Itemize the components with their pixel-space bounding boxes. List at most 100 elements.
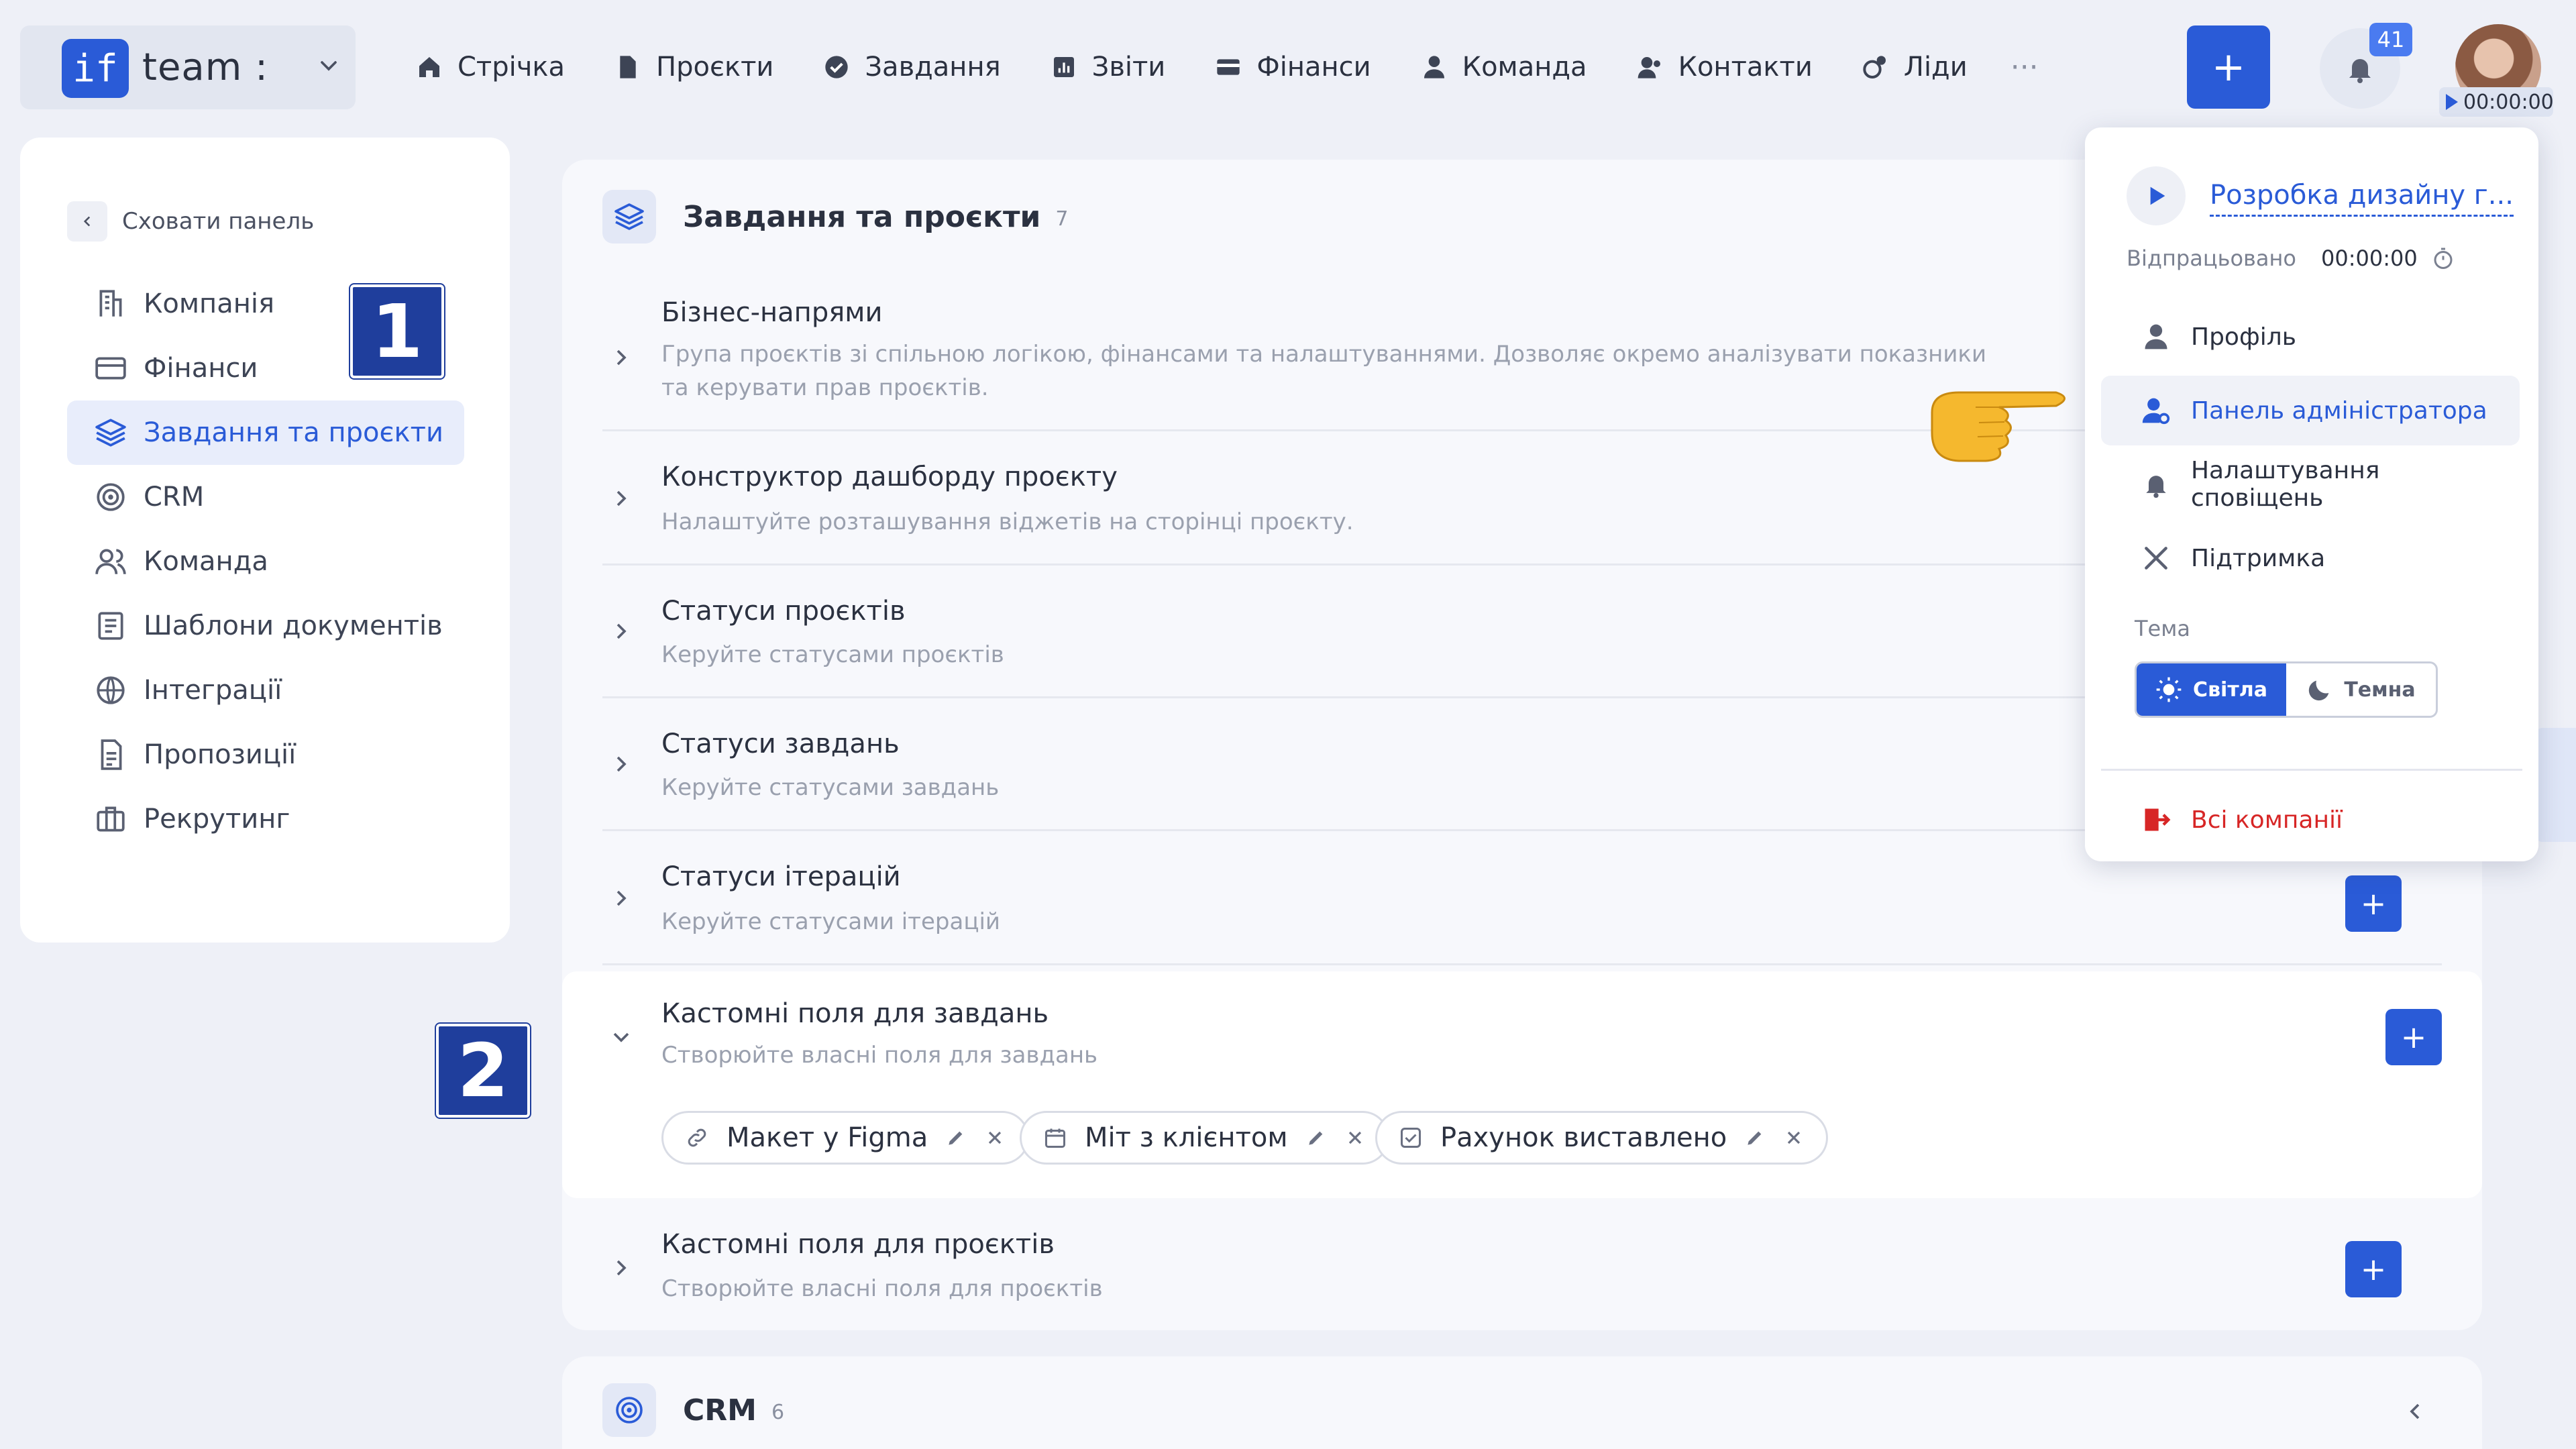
row-description: Група проєктів зі спільною логікою, фіна… <box>661 341 1987 401</box>
nav-item-reports[interactable]: Звіти <box>1051 47 1166 87</box>
custom-field-chip[interactable]: Макет у Figma <box>661 1111 1030 1165</box>
sidebar-item-team[interactable]: Команда <box>67 529 464 594</box>
row-title: Конструктор дашборду проєкту <box>661 462 1118 492</box>
bell-icon <box>2349 59 2371 83</box>
chevron-left-icon[interactable] <box>2402 1398 2428 1425</box>
section-title: Завдання та проєкти <box>683 199 1041 234</box>
top-bar: if team : Стрічка Проєкти Завдання Звіти… <box>0 0 2576 134</box>
sidebar-item-proposals[interactable]: Пропозиції <box>67 722 464 787</box>
row-title: Кастомні поля для проєктів <box>661 1229 1055 1260</box>
layers-icon <box>95 419 126 447</box>
theme-light-label: Світла <box>2193 678 2267 702</box>
sidebar-item-doc-templates[interactable]: Шаблони документів <box>67 594 464 658</box>
pencil-icon[interactable] <box>945 1127 967 1148</box>
nav-item-leads[interactable]: Ліди <box>1862 47 1968 87</box>
nav-item-tasks[interactable]: Завдання <box>823 47 1001 87</box>
document-template-icon <box>98 612 123 640</box>
main-nav: Стрічка Проєкти Завдання Звіти Фінанси К… <box>416 47 2088 87</box>
nav-item-projects[interactable]: Проєкти <box>614 47 773 87</box>
menu-item-profile[interactable]: Профіль <box>2101 302 2520 372</box>
settings-row-project-custom-fields[interactable]: Кастомні поля для проєктів Створюйте вла… <box>602 1199 2442 1330</box>
menu-item-all-companies[interactable]: Всі компанії <box>2141 805 2343 835</box>
global-add-button[interactable]: + <box>2187 25 2270 109</box>
pencil-icon[interactable] <box>1744 1127 1766 1148</box>
profile-icon <box>2145 324 2167 350</box>
nav-item-team[interactable]: Команда <box>1421 47 1587 87</box>
chevron-right-icon <box>616 890 627 906</box>
add-project-custom-field-button[interactable]: + <box>2345 1241 2402 1297</box>
hide-panel-button[interactable]: Сховати панель <box>67 201 314 241</box>
theme-dark-option[interactable]: Темна <box>2286 663 2436 716</box>
close-icon[interactable] <box>1783 1127 1805 1148</box>
nav-label: Завдання <box>865 52 1001 83</box>
sidebar-item-label: Команда <box>144 546 268 577</box>
chevron-left-icon <box>67 201 107 241</box>
custom-field-chip[interactable]: Міт з клієнтом <box>1020 1111 1389 1165</box>
sidebar-item-label: Завдання та проєкти <box>144 417 443 448</box>
sidebar-item-crm[interactable]: CRM <box>67 465 464 529</box>
nav-label: Контакти <box>1678 52 1813 83</box>
layers-icon <box>602 190 656 244</box>
chevron-right-icon <box>616 756 627 772</box>
brand-name: team : <box>142 46 268 89</box>
sidebar-item-label: Інтеграції <box>144 675 282 706</box>
chevron-right-icon <box>616 350 627 366</box>
theme-label: Тема <box>2135 616 2190 641</box>
close-icon[interactable] <box>984 1127 1006 1148</box>
theme-toggle: Світла Темна <box>2135 661 2438 718</box>
nav-label: Ліди <box>1903 52 1968 83</box>
menu-item-admin-panel[interactable]: Панель адміністратора <box>2101 376 2520 445</box>
add-iteration-status-button[interactable]: + <box>2345 875 2402 932</box>
settings-row-task-custom-fields: Кастомні поля для завдань Створюйте влас… <box>562 971 2482 1198</box>
calendar-icon <box>1045 1128 1065 1148</box>
admin-icon <box>2142 398 2170 425</box>
custom-field-chip[interactable]: Рахунок виставлено <box>1375 1111 1829 1165</box>
timer-chip[interactable]: 00:00:00 <box>2439 87 2554 117</box>
row-description: Створюйте власні поля для проєктів <box>661 1275 1103 1302</box>
sidebar-item-recruiting[interactable]: Рекрутинг <box>67 787 464 851</box>
finance-icon <box>95 357 126 380</box>
menu-item-label: Всі компанії <box>2191 806 2343 834</box>
section-count: 7 <box>1055 207 1069 231</box>
nav-label: Звіти <box>1091 52 1166 83</box>
nav-label: Проєкти <box>656 52 774 83</box>
row-description: Керуйте статусами ітерацій <box>661 908 1001 935</box>
menu-item-notification-settings[interactable]: Налаштування сповіщень <box>2101 449 2520 519</box>
row-title: Статуси ітерацій <box>661 861 901 892</box>
pencil-icon[interactable] <box>1305 1127 1327 1148</box>
theme-dark-label: Темна <box>2344 678 2416 702</box>
nav-item-feed[interactable]: Стрічка <box>416 47 565 87</box>
target-icon <box>602 1383 656 1437</box>
play-icon <box>2446 94 2458 110</box>
team-icon <box>95 549 126 574</box>
add-task-custom-field-button[interactable]: + <box>2385 1009 2442 1065</box>
chevron-down-icon[interactable] <box>608 1024 635 1051</box>
menu-item-label: Налаштування сповіщень <box>2190 457 2380 512</box>
partially-hidden-button[interactable] <box>2536 728 2576 842</box>
crm-title: CRM <box>683 1393 757 1428</box>
globe-icon <box>97 676 125 704</box>
tools-icon <box>2145 547 2167 570</box>
timer-play-button[interactable] <box>2127 166 2186 225</box>
bell-icon <box>2146 476 2166 498</box>
nav-item-contacts[interactable]: Контакти <box>1637 47 1813 87</box>
sidebar-item-label: Шаблони документів <box>144 610 443 641</box>
theme-light-option[interactable]: Світла <box>2137 663 2286 716</box>
nav-item-finance[interactable]: Фінанси <box>1215 47 1371 87</box>
close-icon[interactable] <box>1344 1127 1366 1148</box>
chip-label: Міт з клієнтом <box>1085 1122 1288 1153</box>
report-icon <box>1053 57 1074 77</box>
company-switcher[interactable]: if team : <box>20 25 356 109</box>
nav-label: Команда <box>1462 52 1587 83</box>
section-header: Завдання та проєкти 7 <box>602 190 1068 244</box>
stopwatch-icon <box>2434 248 2453 269</box>
timer-value: 00:00:00 <box>2463 90 2554 114</box>
nav-more-button[interactable]: ··· <box>2010 47 2039 87</box>
menu-item-support[interactable]: Підтримка <box>2101 523 2520 593</box>
nav-label: Фінанси <box>1256 52 1371 83</box>
moon-icon <box>2309 680 2329 701</box>
sidebar-item-integrations[interactable]: Інтеграції <box>67 658 464 722</box>
crm-section[interactable]: CRM 6 <box>562 1356 2482 1449</box>
current-task-link[interactable]: Розробка дизайну г... <box>2210 180 2514 217</box>
sidebar-item-tasks-projects[interactable]: Завдання та проєкти <box>67 400 464 465</box>
